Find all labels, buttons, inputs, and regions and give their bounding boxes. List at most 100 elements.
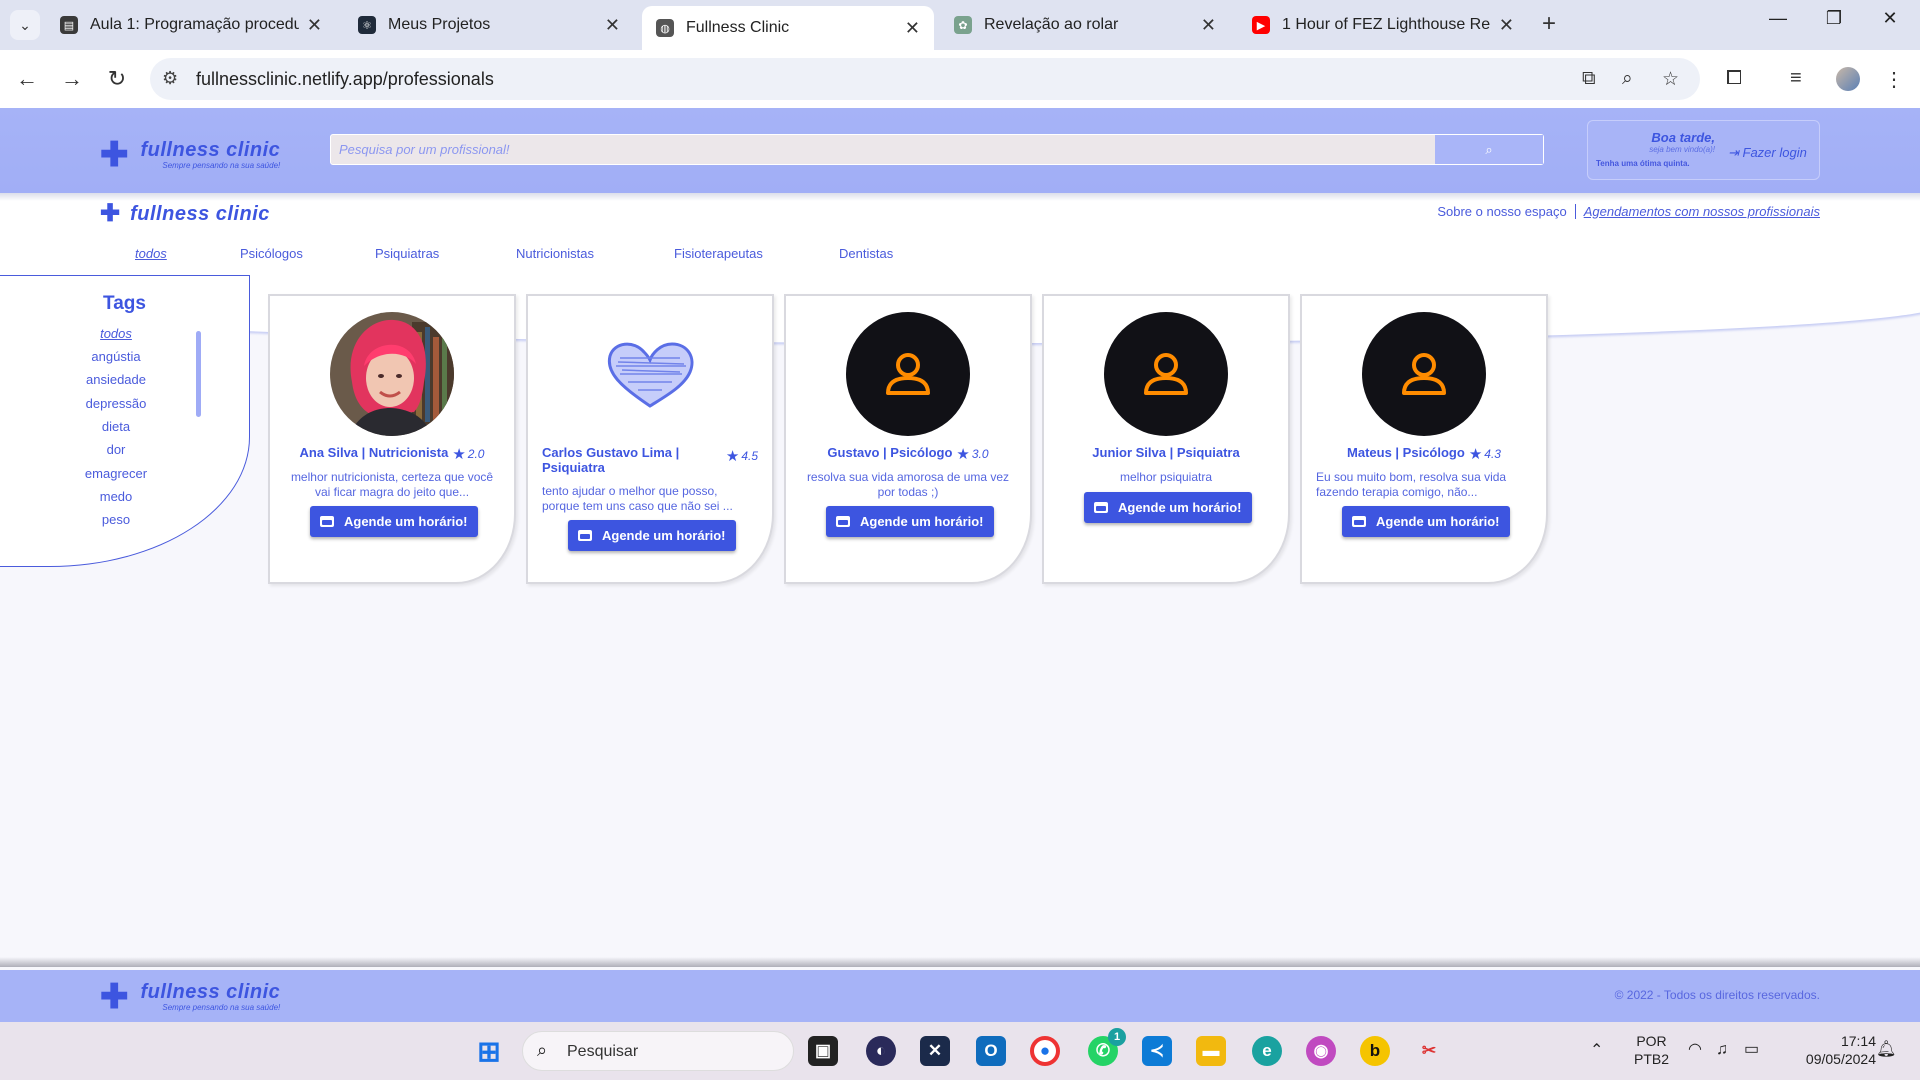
tag-dor[interactable]: dor [0,442,232,457]
chrome-icon[interactable]: ● [1030,1036,1060,1066]
tab-meus-projetos[interactable]: ⚛ Meus Projetos ✕ [344,6,634,44]
file-explorer-icon[interactable]: ▬ [1196,1036,1226,1066]
browser-tab-bar: ⌄ ▤ Aula 1: Programação procedura ✕ ⚛ Me… [0,0,1920,50]
category-nutricionistas[interactable]: Nutricionistas [516,246,594,261]
tab-search-button[interactable]: ⌄ [10,10,40,40]
new-tab-button[interactable]: + [1542,10,1556,38]
snipping-tool-icon[interactable]: ✂ [1414,1036,1444,1066]
professional-description: melhor nutricionista, certeza que você v… [290,470,494,499]
close-icon[interactable]: ✕ [307,15,322,36]
back-button[interactable]: ← [10,62,44,96]
tab-youtube[interactable]: ▶ 1 Hour of FEZ Lighthouse Relax ✕ [1238,6,1528,44]
professional-name[interactable]: Gustavo | Psicólogo [827,445,952,460]
subheader-logo[interactable]: ✚ fullness clinic [100,202,270,226]
task-view-icon[interactable]: ▣ [808,1036,838,1066]
login-link[interactable]: ⇥ Fazer login [1728,145,1807,161]
star-icon: ★ [1468,446,1483,463]
professional-name[interactable]: Junior Silva | Psiquiatra [1092,445,1239,460]
search-input[interactable] [331,135,1435,164]
site-footer: ✚ fullness clinic Sempre pensando na sua… [0,970,1920,1022]
volume-icon[interactable]: ♫ [1716,1041,1728,1059]
appointments-link[interactable]: Agendamentos com nossos profissionais [1576,204,1820,219]
forward-button[interactable]: → [55,62,89,96]
close-icon[interactable]: ✕ [1201,15,1216,36]
notification-bell-icon[interactable]: 🔔︎ [1876,1041,1896,1059]
schedule-button[interactable]: Agende um horário! [1084,492,1252,523]
website-viewport: ✚ fullness clinic Sempre pensando na sua… [0,108,1920,1022]
close-window-button[interactable]: ✕ [1870,8,1910,29]
tab-fullness-clinic[interactable]: ◍ Fullness Clinic ✕ [642,6,934,50]
language-indicator[interactable]: POR PTB2 [1634,1032,1669,1068]
tag-dieta[interactable]: dieta [0,419,232,434]
battery-icon[interactable]: ▭ [1744,1041,1759,1059]
professional-description: tento ajudar o melhor que posso, porque … [542,484,733,513]
professional-name[interactable]: Carlos Gustavo Lima | Psiquiatra [542,445,712,475]
minimize-button[interactable]: — [1758,8,1798,29]
schedule-button[interactable]: Agende um horário! [826,506,994,537]
schedule-button[interactable]: Agende um horário! [568,520,736,551]
professional-name[interactable]: Mateus | Psicólogo [1347,445,1465,460]
card-header: Ana Silva | Nutricionista ★ 2.0 [284,445,500,463]
copyright-text: © 2022 - Todos os direitos reservados. [1614,988,1820,1002]
extensions-icon[interactable]: ⧠ [1726,67,1742,90]
tags-scrollbar[interactable] [196,331,201,417]
tags-sidebar: Tags todos angústia ansiedade depressão … [0,275,250,567]
schedule-button[interactable]: Agende um horário! [310,506,478,537]
category-fisioterapeutas[interactable]: Fisioterapeutas [674,246,763,261]
tag-medo[interactable]: medo [0,489,232,504]
browser-menu-icon[interactable]: ⋮ [1884,67,1904,92]
whatsapp-icon[interactable]: ✆ 1 [1088,1028,1126,1066]
vscode-icon[interactable]: ≺ [1142,1036,1172,1066]
category-todos[interactable]: todos [135,246,167,261]
star-icon: ★ [452,446,466,463]
header-logo[interactable]: ✚ fullness clinic Sempre pensando na sua… [100,138,280,172]
bookmark-star-icon[interactable]: ☆ [1662,68,1679,91]
tab-revelacao[interactable]: ✿ Revelação ao rolar ✕ [940,6,1230,44]
category-psiquiatras[interactable]: Psiquiatras [375,246,439,261]
outlook-icon[interactable]: O [976,1036,1006,1066]
windows-start-icon[interactable]: ⊞ [474,1036,504,1067]
card-header: Junior Silva | Psiquiatra [1058,445,1274,460]
site-header: ✚ fullness clinic Sempre pensando na sua… [0,108,1920,193]
calendar-icon [578,530,592,541]
edge-icon[interactable]: e [1252,1036,1282,1066]
paint-icon[interactable]: ◉ [1306,1036,1336,1066]
site-settings-icon[interactable]: ⚙ [162,68,178,89]
profile-avatar[interactable] [1836,67,1860,91]
clock[interactable]: 17:14 09/05/2024 [1780,1032,1876,1068]
card-header: Gustavo | Psicólogo ★ 3.0 [800,445,1016,463]
wifi-icon[interactable]: ◠ [1688,1041,1702,1059]
media-controls-icon[interactable]: ≡ [1790,67,1802,90]
category-dentistas[interactable]: Dentistas [839,246,893,261]
moon-app-icon[interactable]: ◐ [866,1036,896,1066]
tag-emagrecer[interactable]: emagrecer [0,466,232,481]
arrow-left-icon: ← [16,66,38,91]
search-button[interactable]: ⌕ [1435,135,1543,164]
translate-icon[interactable]: ⧉ [1582,68,1596,90]
windows-taskbar: ⊞ ⌕ Pesquisar ▣ ◐ ✕ O ● ✆ 1 ≺ ▬ e ◉ b ✂ … [0,1022,1920,1080]
close-icon[interactable]: ✕ [905,18,920,39]
schedule-button[interactable]: Agende um horário! [1342,506,1510,537]
course-favicon-icon: ▤ [60,16,78,34]
bluestacks-icon[interactable]: b [1360,1036,1390,1066]
show-hidden-icons-icon[interactable]: ⌃ [1590,1042,1603,1060]
footer-logo[interactable]: ✚ fullness clinic Sempre pensando na sua… [100,980,280,1014]
url-text[interactable]: fullnessclinic.netlify.app/professionals [196,69,494,90]
address-bar[interactable]: ⚙ fullnessclinic.netlify.app/professiona… [150,58,1700,100]
star-icon: ★ [956,446,970,463]
taskbar-search[interactable]: ⌕ Pesquisar [522,1031,794,1071]
professional-name[interactable]: Ana Silva | Nutricionista [300,445,449,460]
tab-aula[interactable]: ▤ Aula 1: Programação procedura ✕ [46,6,336,44]
category-psicologos[interactable]: Psicólogos [240,246,303,261]
chevron-down-icon: ⌄ [19,16,31,33]
reload-button[interactable]: ↻ [100,62,134,96]
zoom-icon[interactable]: ⌕ [1622,68,1633,90]
capcut-icon[interactable]: ✕ [920,1036,950,1066]
restore-button[interactable]: ❐ [1814,8,1854,29]
close-icon[interactable]: ✕ [1499,15,1514,36]
close-icon[interactable]: ✕ [605,15,620,36]
about-link[interactable]: Sobre o nosso espaço [1437,204,1576,219]
reload-icon: ↻ [107,66,127,91]
rating: ★ 4.3 [1468,446,1501,463]
tag-peso[interactable]: peso [0,512,232,527]
